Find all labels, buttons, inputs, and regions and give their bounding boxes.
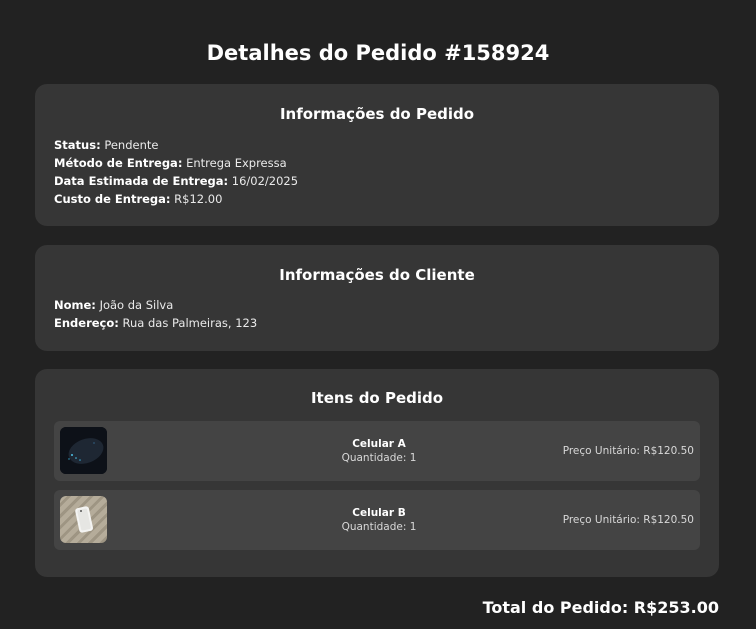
estimated-date-value: 16/02/2025: [231, 174, 299, 188]
customer-name-line: Nome: João da Silva: [54, 296, 173, 314]
order-total: Total do Pedido: R$253.00: [482, 598, 719, 617]
customer-info-card: Informações do Cliente Nome: João da Sil…: [35, 245, 719, 351]
order-details-page: Detalhes do Pedido #158924 Informações d…: [0, 0, 756, 629]
status-label: Status:: [54, 138, 101, 152]
delivery-cost-label: Custo de Entrega:: [54, 192, 171, 206]
item-info: Celular A Quantidade: 1: [304, 437, 454, 465]
order-items-card: Itens do Pedido Celular A Quantidade: 1 …: [35, 369, 719, 577]
item-name: Celular B: [352, 507, 406, 519]
status-value: Pendente: [104, 138, 159, 152]
item-quantity: Quantidade: 1: [341, 452, 417, 464]
delivery-method-line: Método de Entrega: Entrega Expressa: [54, 154, 287, 172]
item-unit-price: Preço Unitário: R$120.50: [562, 514, 694, 526]
product-image: [60, 427, 107, 474]
order-info-title: Informações do Pedido: [279, 105, 475, 123]
customer-address-line: Endereço: Rua das Palmeiras, 123: [54, 314, 257, 332]
order-item-row[interactable]: Celular B Quantidade: 1 Preço Unitário: …: [54, 490, 700, 550]
phone-image-a: [60, 427, 107, 474]
customer-name-value: João da Silva: [99, 298, 174, 312]
delivery-method-value: Entrega Expressa: [186, 156, 287, 170]
item-unit-price: Preço Unitário: R$120.50: [562, 445, 694, 457]
item-quantity: Quantidade: 1: [341, 521, 417, 533]
order-info-card: Informações do Pedido Status: Pendente M…: [35, 84, 719, 226]
phone-image-b: [75, 506, 93, 533]
product-image: [60, 496, 107, 543]
order-item-row[interactable]: Celular A Quantidade: 1 Preço Unitário: …: [54, 421, 700, 481]
item-name: Celular A: [352, 438, 406, 450]
status-line: Status: Pendente: [54, 136, 158, 154]
estimated-date-label: Data Estimada de Entrega:: [54, 174, 229, 188]
estimated-date-line: Data Estimada de Entrega: 16/02/2025: [54, 172, 298, 190]
customer-info-title: Informações do Cliente: [279, 266, 475, 284]
delivery-cost-value: R$12.00: [174, 192, 223, 206]
item-info: Celular B Quantidade: 1: [304, 506, 454, 534]
order-items-title: Itens do Pedido: [310, 389, 444, 407]
delivery-cost-line: Custo de Entrega: R$12.00: [54, 190, 222, 208]
customer-address-label: Endereço:: [54, 316, 119, 330]
delivery-method-label: Método de Entrega:: [54, 156, 183, 170]
customer-address-value: Rua das Palmeiras, 123: [122, 316, 258, 330]
page-title: Detalhes do Pedido #158924: [206, 41, 550, 65]
customer-name-label: Nome:: [54, 298, 96, 312]
